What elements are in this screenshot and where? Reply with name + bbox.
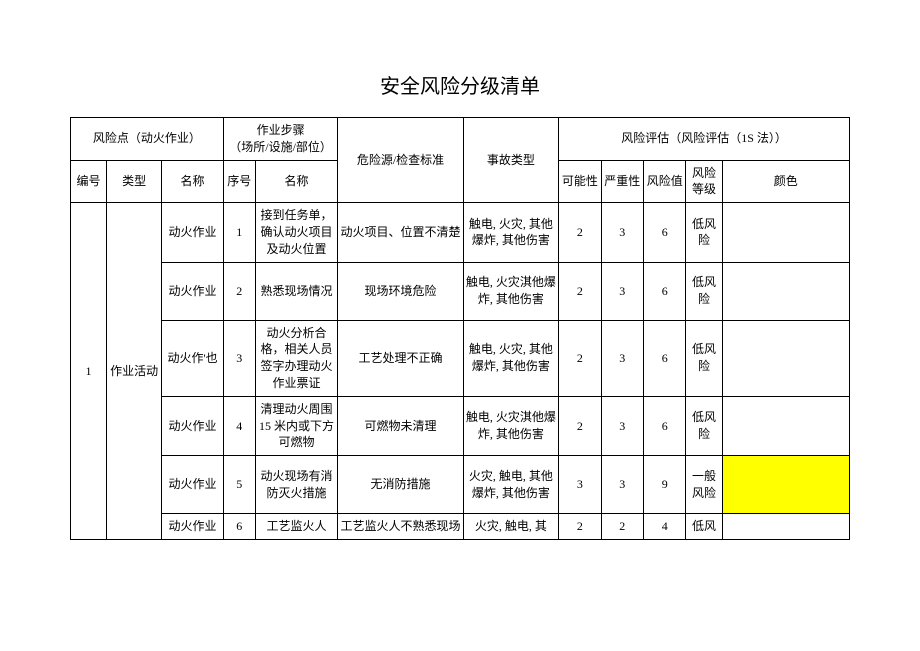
cell-val: 9 bbox=[644, 456, 686, 514]
cell-seq: 2 bbox=[223, 262, 255, 320]
cell-type: 作业活动 bbox=[107, 203, 162, 540]
cell-sev: 3 bbox=[601, 320, 643, 396]
cell-val: 6 bbox=[644, 320, 686, 396]
cell-seq: 3 bbox=[223, 320, 255, 396]
cell-level: 一般风险 bbox=[686, 456, 722, 514]
cell-sev: 2 bbox=[601, 514, 643, 540]
cell-step: 工艺监火人 bbox=[255, 514, 338, 540]
hdr-name: 名称 bbox=[162, 160, 224, 203]
cell-rname: 动火作'也 bbox=[162, 320, 224, 396]
cell-color bbox=[722, 262, 849, 320]
cell-color bbox=[722, 203, 849, 262]
cell-accident: 火灾, 触电, 其 bbox=[463, 514, 559, 540]
cell-accident: 触电, 火灾淇他爆炸, 其他伤害 bbox=[463, 262, 559, 320]
cell-hazard: 动火项目、位置不清楚 bbox=[338, 203, 463, 262]
table-row: 动火作业 6 工艺监火人 工艺监火人不熟悉现场 火灾, 触电, 其 2 2 4 … bbox=[71, 514, 850, 540]
cell-rname: 动火作业 bbox=[162, 203, 224, 262]
cell-val: 4 bbox=[644, 514, 686, 540]
table-row: 动火作业 2 熟悉现场情况 现场环境危险 触电, 火灾淇他爆炸, 其他伤害 2 … bbox=[71, 262, 850, 320]
cell-rname: 动火作业 bbox=[162, 262, 224, 320]
cell-color bbox=[722, 396, 849, 455]
table-row: 动火作'也 3 动火分析合格，相关人员签字办理动火作业票证 工艺处理不正确 触电… bbox=[71, 320, 850, 396]
cell-accident: 触电, 火灾, 其他爆炸, 其他伤害 bbox=[463, 320, 559, 396]
hdr-no: 编号 bbox=[71, 160, 107, 203]
cell-seq: 1 bbox=[223, 203, 255, 262]
cell-hazard: 工艺监火人不熟悉现场 bbox=[338, 514, 463, 540]
cell-accident: 触电, 火灾淇他爆炸, 其他伤害 bbox=[463, 396, 559, 455]
cell-poss: 2 bbox=[559, 320, 601, 396]
cell-accident: 火灾, 触电, 其他爆炸, 其他伤害 bbox=[463, 456, 559, 514]
hdr-accident: 事故类型 bbox=[463, 118, 559, 203]
hdr-stepgroup: 作业步骤 （场所/设施/部位） bbox=[223, 118, 338, 161]
page-title: 安全风险分级清单 bbox=[70, 70, 850, 99]
cell-seq: 5 bbox=[223, 456, 255, 514]
cell-color bbox=[722, 456, 849, 514]
cell-level: 低风险 bbox=[686, 396, 722, 455]
hdr-level: 风险等级 bbox=[686, 160, 722, 203]
cell-val: 6 bbox=[644, 203, 686, 262]
cell-poss: 2 bbox=[559, 514, 601, 540]
hdr-stepname: 名称 bbox=[255, 160, 338, 203]
cell-hazard: 可燃物未清理 bbox=[338, 396, 463, 455]
hdr-riskpoint: 风险点（动火作业） bbox=[71, 118, 224, 161]
cell-hazard: 现场环境危险 bbox=[338, 262, 463, 320]
cell-sev: 3 bbox=[601, 456, 643, 514]
hdr-color: 颜色 bbox=[722, 160, 849, 203]
risk-table: 风险点（动火作业） 作业步骤 （场所/设施/部位） 危险源/检查标准 事故类型 … bbox=[70, 117, 850, 540]
cell-poss: 2 bbox=[559, 396, 601, 455]
cell-seq: 6 bbox=[223, 514, 255, 540]
cell-step: 清理动火周围 15 米内或下方可燃物 bbox=[255, 396, 338, 455]
cell-poss: 3 bbox=[559, 456, 601, 514]
cell-level: 低风 bbox=[686, 514, 722, 540]
cell-level: 低风险 bbox=[686, 262, 722, 320]
cell-seq: 4 bbox=[223, 396, 255, 455]
hdr-type: 类型 bbox=[107, 160, 162, 203]
hdr-val: 风险值 bbox=[644, 160, 686, 203]
cell-hazard: 无消防措施 bbox=[338, 456, 463, 514]
table-row: 1 作业活动 动火作业 1 接到任务单，确认动火项目及动火位置 动火项目、位置不… bbox=[71, 203, 850, 262]
cell-poss: 2 bbox=[559, 203, 601, 262]
hdr-sev: 严重性 bbox=[601, 160, 643, 203]
cell-poss: 2 bbox=[559, 262, 601, 320]
cell-level: 低风险 bbox=[686, 320, 722, 396]
cell-step: 熟悉现场情况 bbox=[255, 262, 338, 320]
hdr-hazard: 危险源/检查标准 bbox=[338, 118, 463, 203]
cell-sev: 3 bbox=[601, 396, 643, 455]
cell-rname: 动火作业 bbox=[162, 396, 224, 455]
cell-accident: 触电, 火灾, 其他爆炸, 其他伤害 bbox=[463, 203, 559, 262]
cell-level: 低风险 bbox=[686, 203, 722, 262]
cell-color bbox=[722, 514, 849, 540]
cell-step: 动火现场有消防灭火措施 bbox=[255, 456, 338, 514]
table-row: 动火作业 4 清理动火周围 15 米内或下方可燃物 可燃物未清理 触电, 火灾淇… bbox=[71, 396, 850, 455]
cell-no: 1 bbox=[71, 203, 107, 540]
cell-sev: 3 bbox=[601, 203, 643, 262]
hdr-seq: 序号 bbox=[223, 160, 255, 203]
cell-color bbox=[722, 320, 849, 396]
cell-rname: 动火作业 bbox=[162, 456, 224, 514]
cell-val: 6 bbox=[644, 262, 686, 320]
cell-step: 动火分析合格，相关人员签字办理动火作业票证 bbox=[255, 320, 338, 396]
hdr-evalgroup: 风险评估（风险评估（1S 法）） bbox=[559, 118, 850, 161]
table-body: 1 作业活动 动火作业 1 接到任务单，确认动火项目及动火位置 动火项目、位置不… bbox=[71, 203, 850, 540]
cell-step: 接到任务单，确认动火项目及动火位置 bbox=[255, 203, 338, 262]
hdr-poss: 可能性 bbox=[559, 160, 601, 203]
cell-rname: 动火作业 bbox=[162, 514, 224, 540]
cell-sev: 3 bbox=[601, 262, 643, 320]
cell-hazard: 工艺处理不正确 bbox=[338, 320, 463, 396]
table-row: 动火作业 5 动火现场有消防灭火措施 无消防措施 火灾, 触电, 其他爆炸, 其… bbox=[71, 456, 850, 514]
cell-val: 6 bbox=[644, 396, 686, 455]
